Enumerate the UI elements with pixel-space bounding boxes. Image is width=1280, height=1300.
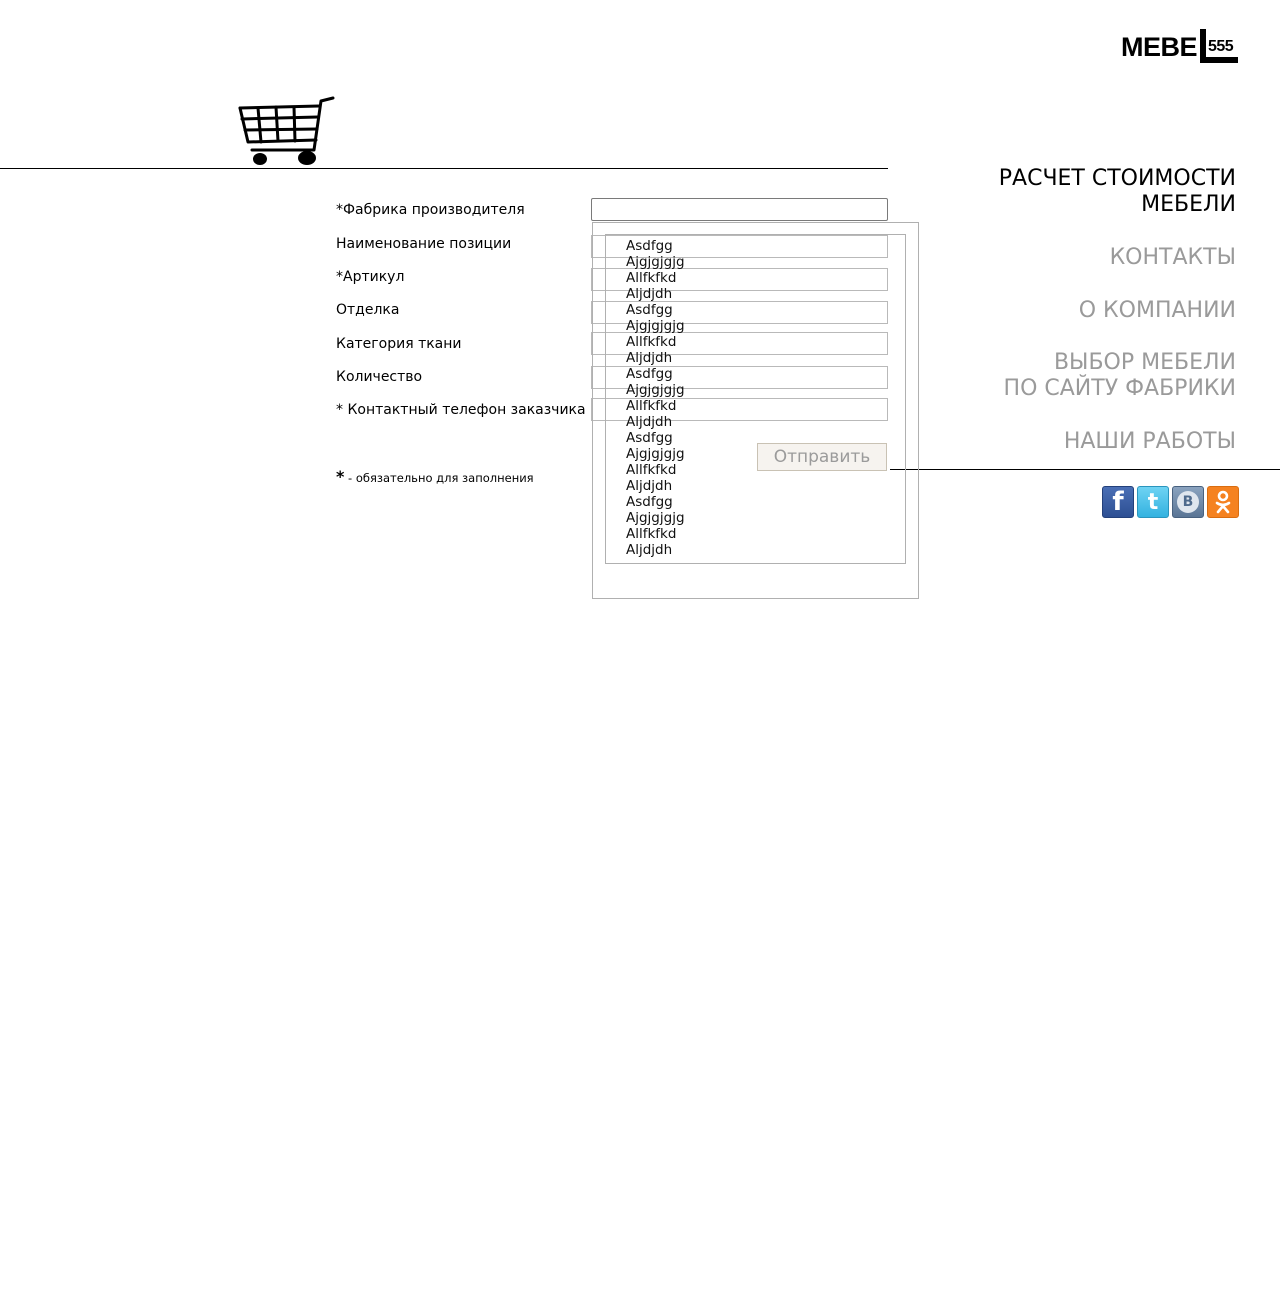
nav-item-furniture-selection[interactable]: ВЫБОР МЕБЕЛИ ПО САЙТУ ФАБРИКИ xyxy=(1004,350,1236,402)
twitter-glyph: t xyxy=(1147,489,1159,515)
dropdown-option[interactable]: Allfkfkd xyxy=(626,398,685,414)
shopping-cart-icon xyxy=(238,96,335,165)
label-article: *Артикул xyxy=(336,269,405,285)
vkontakte-glyph: B xyxy=(1177,491,1199,513)
dropdown-option[interactable]: Allfkfkd xyxy=(626,526,685,542)
logo-text: MEBE xyxy=(1121,32,1198,62)
dropdown-option[interactable]: Asdfgg xyxy=(626,238,685,254)
dropdown-option[interactable]: Allfkfkd xyxy=(626,270,685,286)
dropdown-option[interactable]: Allfkfkd xyxy=(626,462,685,478)
label-fabric-category: Категория ткани xyxy=(336,336,462,352)
nav-item-label: О КОМПАНИИ xyxy=(1078,298,1236,323)
submit-button[interactable]: Отправить xyxy=(757,443,887,471)
dropdown-option[interactable]: Asdfgg xyxy=(626,366,685,382)
dropdown-option[interactable]: Aljdjdh xyxy=(626,350,685,366)
dropdown-option[interactable]: Asdfgg xyxy=(626,430,685,446)
dropdown-option[interactable]: Aljdjdh xyxy=(626,414,685,430)
factory-input[interactable] xyxy=(591,198,888,221)
logo-l-foot xyxy=(1200,57,1238,63)
dropdown-option[interactable]: Asdfgg xyxy=(626,302,685,318)
label-finish: Отделка xyxy=(336,302,400,318)
label-position-name: Наименование позиции xyxy=(336,236,512,252)
dropdown-option[interactable]: Ajgjgjgjg xyxy=(626,510,685,526)
vkontakte-icon[interactable]: B xyxy=(1172,486,1204,518)
factory-dropdown-list: Asdfgg Ajgjgjgjg Allfkfkd Aljdjdh Asdfgg Ajgj… xyxy=(626,238,685,558)
site-logo[interactable]: MEBE 555 xyxy=(1120,28,1240,66)
nav-item-about-company[interactable]: О КОМПАНИИ xyxy=(1079,298,1236,324)
label-factory: *Фабрика производителя xyxy=(336,202,525,218)
dropdown-option[interactable]: Ajgjgjgjg xyxy=(626,254,685,270)
nav-item-our-works[interactable]: НАШИ РАБОТЫ xyxy=(1064,429,1236,455)
dropdown-option[interactable]: Ajgjgjgjg xyxy=(626,318,685,334)
dropdown-option[interactable]: Aljdjdh xyxy=(626,286,685,302)
nav-item-contacts[interactable]: КОНТАКТЫ xyxy=(1110,245,1236,271)
required-fields-note: * - обязательно для заполнения xyxy=(336,468,534,487)
odnoklassniki-glyph xyxy=(1215,490,1231,514)
odnoklassniki-icon[interactable] xyxy=(1207,486,1239,518)
label-quantity: Количество xyxy=(336,369,423,385)
logo-number: 555 xyxy=(1208,38,1234,55)
dropdown-option[interactable]: Ajgjgjgjg xyxy=(626,382,685,398)
nav-item-label: ВЫБОР МЕБЕЛИ xyxy=(1053,350,1236,375)
nav-item-price-calculation[interactable]: РАСЧЕТ СТОИМОСТИ МЕБЕЛИ xyxy=(999,166,1236,218)
facebook-icon[interactable]: f xyxy=(1102,486,1134,518)
facebook-glyph: f xyxy=(1112,487,1124,517)
nav-item-label: НАШИ РАБОТЫ xyxy=(1063,429,1236,454)
nav-divider xyxy=(890,469,1280,470)
required-note-text: - обязательно для заполнения xyxy=(344,471,534,485)
nav-item-label: РАСЧЕТ СТОИМОСТИ xyxy=(998,166,1236,191)
header-divider xyxy=(0,168,888,169)
nav-item-label: ПО САЙТУ ФАБРИКИ xyxy=(1003,376,1236,401)
nav-item-label: КОНТАКТЫ xyxy=(1109,245,1236,270)
nav-item-label: МЕБЕЛИ xyxy=(1141,192,1236,217)
dropdown-option[interactable]: Ajgjgjgjg xyxy=(626,446,685,462)
dropdown-option[interactable]: Aljdjdh xyxy=(626,478,685,494)
label-phone: * Контактный телефон заказчика xyxy=(336,402,586,418)
dropdown-option[interactable]: Allfkfkd xyxy=(626,334,685,350)
dropdown-option[interactable]: Asdfgg xyxy=(626,494,685,510)
twitter-icon[interactable]: t xyxy=(1137,486,1169,518)
dropdown-option[interactable]: Aljdjdh xyxy=(626,542,685,558)
